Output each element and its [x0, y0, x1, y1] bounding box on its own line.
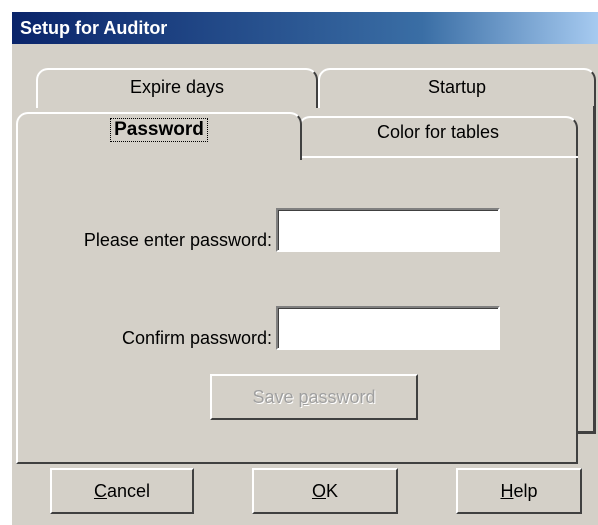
button-accelerator: H	[500, 480, 514, 501]
tab-expire-days[interactable]: Expire days	[36, 68, 318, 108]
save-password-button[interactable]: Save p assword	[210, 374, 418, 420]
button-label-part: ancel	[106, 480, 151, 501]
button-accelerator: O	[311, 480, 326, 501]
tab-label: Expire days	[129, 77, 225, 97]
password-input[interactable]	[276, 208, 500, 252]
button-accelerator: C	[93, 480, 107, 501]
confirm-password-label: Confirm password:	[121, 328, 272, 348]
tab-label: Color for tables	[376, 122, 500, 142]
cancel-button[interactable]: Cancel	[50, 468, 194, 514]
confirm-password-input[interactable]	[276, 306, 500, 350]
setup-dialog: Setup for Auditor Expire days Startup Co…	[12, 12, 598, 525]
title-bar[interactable]: Setup for Auditor	[12, 12, 598, 44]
help-button[interactable]: Help	[456, 468, 582, 514]
tab-label-focused: Password	[110, 118, 208, 142]
tab-startup[interactable]: Startup	[318, 68, 596, 108]
tab-label: Startup	[427, 77, 487, 97]
button-label-part: assword	[308, 386, 376, 407]
tab-password[interactable]: Password	[16, 112, 302, 160]
button-label-part: Save	[252, 386, 299, 407]
tab-color-for-tables[interactable]: Color for tables	[298, 116, 578, 158]
button-label-part: elp	[513, 480, 538, 501]
password-label: Please enter password:	[83, 230, 272, 250]
button-accelerator: p	[298, 386, 309, 407]
ok-button[interactable]: OK	[252, 468, 398, 514]
button-label-part: K	[326, 480, 339, 501]
panel-edge	[296, 156, 578, 158]
window-title: Setup for Auditor	[20, 18, 168, 38]
